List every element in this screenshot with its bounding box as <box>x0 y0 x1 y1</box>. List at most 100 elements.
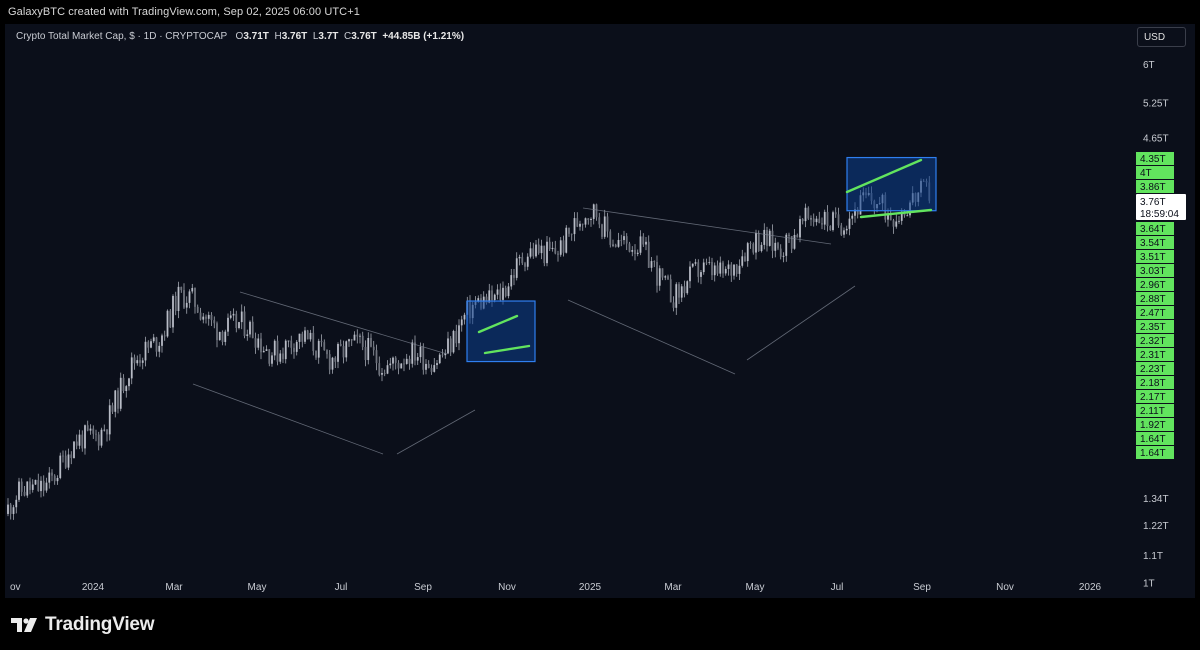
candle-body-300 <box>832 212 834 231</box>
candle-body-252 <box>700 272 702 277</box>
price-chart[interactable]: 6T 5.25T 4.65T 1.34T 1.22T 1.1T 1T 4.35T 4T 3.86T… <box>5 24 1195 598</box>
price-badge-label-3: 3.64T <box>1140 224 1166 235</box>
high-key: H <box>274 31 282 42</box>
currency-button[interactable]: USD <box>1137 27 1186 47</box>
candle-body-39 <box>114 390 117 412</box>
x-tick-label-1: 2024 <box>82 582 105 593</box>
brand-name: TradingView <box>45 614 155 635</box>
candle-body-189 <box>526 256 529 267</box>
candle-body-38 <box>111 405 114 412</box>
candle-body-287 <box>796 234 799 238</box>
candle-body-154 <box>430 368 433 372</box>
candle-body-190 <box>529 248 532 257</box>
candle-body-132 <box>370 338 372 347</box>
candle-body-1 <box>9 504 12 514</box>
price-badge-label-6: 3.03T <box>1140 266 1166 277</box>
candle-body-56 <box>161 335 163 346</box>
candle-body-197 <box>548 241 551 250</box>
candle-body-99 <box>279 353 282 362</box>
candle-body-105 <box>295 341 298 352</box>
candle-body-305 <box>845 228 848 231</box>
candle-body-185 <box>515 258 518 278</box>
price-badge-label-8: 2.88T <box>1140 294 1166 305</box>
candle-body-156 <box>436 363 438 366</box>
open-value: 3.71T <box>243 31 269 42</box>
candle-body-198 <box>551 247 554 250</box>
candle-body-80 <box>227 317 229 332</box>
price-badge-label-13: 2.23T <box>1140 364 1166 375</box>
y-tick-label-1: 5.25T <box>1143 99 1169 110</box>
candle-body-85 <box>240 311 243 323</box>
candle-body-153 <box>427 363 430 369</box>
candle-body-84 <box>238 322 240 329</box>
candle-body-229 <box>636 252 639 254</box>
candle-body-121 <box>339 343 342 347</box>
candle-body-66 <box>188 291 191 303</box>
candle-body-231 <box>642 236 645 245</box>
candle-body-125 <box>350 339 353 341</box>
candle-body-59 <box>169 310 172 328</box>
price-badge-label-16: 2.11T <box>1140 406 1165 417</box>
candle-body-296 <box>821 223 823 225</box>
candle-body-248 <box>689 266 691 282</box>
candle-body-273 <box>757 232 760 252</box>
candle-body-114 <box>320 340 323 343</box>
candle-body-200 <box>557 253 559 255</box>
candle-body-251 <box>697 262 700 277</box>
candle-body-212 <box>590 218 592 221</box>
candle-body-43 <box>125 386 128 392</box>
candle-body-162 <box>452 331 455 353</box>
candle-body-14 <box>45 482 48 491</box>
candle-body-235 <box>653 261 656 262</box>
candle-body-157 <box>438 354 441 364</box>
price-badge-label-12: 2.31T <box>1140 350 1166 361</box>
candle-body-205 <box>570 233 573 235</box>
candle-body-46 <box>133 357 136 364</box>
x-tick-label-13: 2026 <box>1079 582 1102 593</box>
candle-body-118 <box>331 357 334 370</box>
candle-body-233 <box>647 241 650 268</box>
candle-body-88 <box>249 321 251 335</box>
tradingview-logo[interactable]: TradingView <box>11 612 155 638</box>
price-badge-label-5: 3.51T <box>1140 252 1166 263</box>
candle-body-230 <box>639 236 642 253</box>
candle-body-250 <box>694 262 697 264</box>
candle-body-70 <box>199 312 202 320</box>
candle-body-160 <box>447 338 449 354</box>
tradingview-logo-icon <box>11 618 37 632</box>
candle-body-122 <box>342 346 345 358</box>
candle-body-71 <box>202 316 205 320</box>
trend-line-5 <box>746 285 856 361</box>
candle-body-292 <box>810 218 812 220</box>
candle-body-69 <box>196 306 199 313</box>
candle-body-133 <box>372 346 375 351</box>
candle-body-297 <box>823 211 826 225</box>
candle-body-79 <box>224 331 227 342</box>
x-tick-label-6: Nov <box>498 582 516 593</box>
candle-body-131 <box>367 338 370 361</box>
candle-body-199 <box>554 247 557 254</box>
candle-body-101 <box>284 340 287 360</box>
candle-body-119 <box>334 357 337 362</box>
chart-panel[interactable]: 6T 5.25T 4.65T 1.34T 1.22T 1.1T 1T 4.35T 4T 3.86T… <box>5 24 1195 598</box>
candle-body-267 <box>741 256 744 266</box>
candle-body-6 <box>23 491 26 496</box>
candle-body-183 <box>510 275 513 287</box>
candle-body-11 <box>37 479 40 492</box>
candle-body-271 <box>752 243 755 253</box>
candle-body-44 <box>128 378 130 387</box>
candle-body-145 <box>405 358 408 364</box>
candle-body-57 <box>163 335 166 337</box>
candle-body-73 <box>207 314 210 319</box>
candle-body-165 <box>460 319 463 326</box>
price-badge-label-1: 4T <box>1140 168 1152 179</box>
candle-body-207 <box>576 218 579 227</box>
candle-body-76 <box>216 323 218 341</box>
candle-body-97 <box>273 340 276 356</box>
candle-body-143 <box>400 363 403 369</box>
candle-body-49 <box>141 360 144 363</box>
candle-body-124 <box>348 339 350 342</box>
candle-body-45 <box>130 357 133 379</box>
y-tick-label-3: 1.34T <box>1143 494 1169 505</box>
credit-text: GalaxyBTC created with TradingView.com, … <box>8 6 360 18</box>
